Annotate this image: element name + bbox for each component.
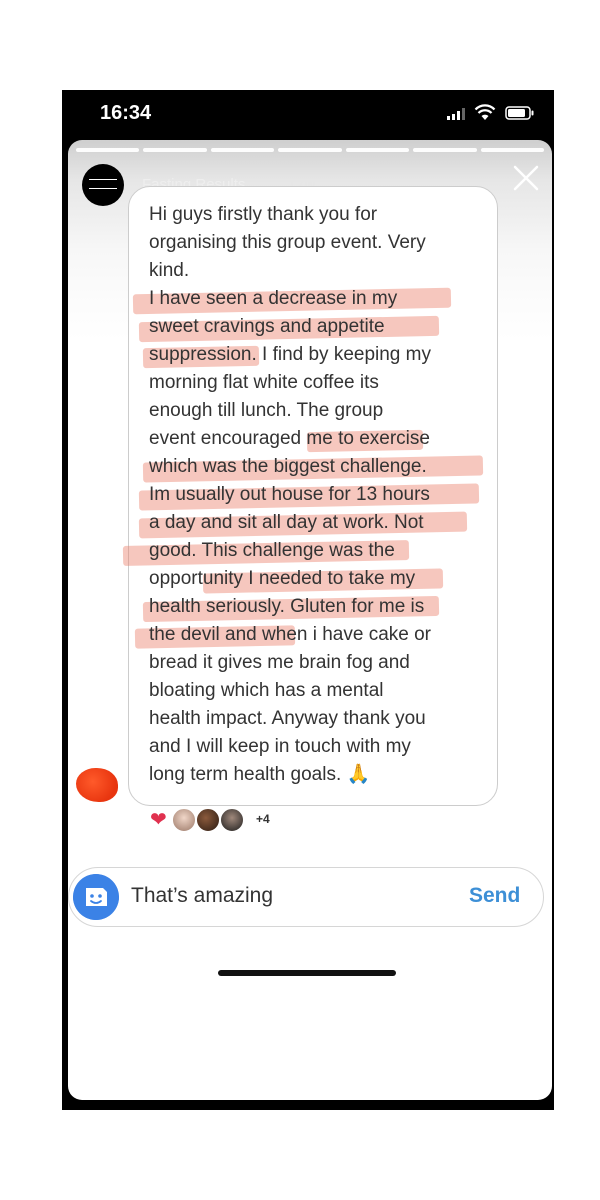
message-line: I have seen a decrease in my [149, 288, 398, 309]
message-line: the devil and when i have cake or [149, 624, 432, 645]
progress-segment [210, 148, 275, 152]
status-bar: 16:34 [62, 90, 554, 140]
progress-segment [278, 148, 342, 152]
message-line: bloating which has a mental [149, 680, 384, 701]
send-button[interactable]: Send [469, 884, 520, 908]
message-line: a day and sit all day at work. Not [149, 512, 424, 533]
signal-icon [447, 108, 465, 120]
message-line: and I will keep in touch with my [149, 736, 411, 757]
message-line: morning flat white coffee its [149, 372, 379, 393]
progress-segment [345, 148, 410, 152]
message-line: kind. [149, 260, 190, 281]
message-line: opportunity I needed to take my [149, 568, 416, 589]
message-line: organising this group event. Very [149, 232, 426, 253]
reactor-avatar [172, 808, 196, 832]
more-label[interactable]: More [482, 1068, 514, 1084]
message-line: enough till lunch. The group [149, 400, 384, 421]
message-line: sweet cravings and appetite [149, 316, 385, 337]
progress-segment [143, 148, 207, 152]
heart-icon: ❤ [150, 809, 167, 831]
home-indicator [218, 970, 396, 976]
story-view: Fasting Results 17w Hi guys firstly than… [68, 140, 552, 1100]
message-line: Im usually out house for 13 hours [149, 484, 430, 505]
close-icon[interactable] [512, 164, 540, 192]
message-line: bread it gives me brain fog and [149, 652, 410, 673]
reply-input[interactable]: That’s amazing [131, 884, 273, 908]
battery-icon [505, 106, 534, 120]
message-line: long term health goals. 🙏 [149, 764, 371, 785]
message-bubble: Hi guys firstly thank you for organising… [122, 186, 498, 806]
reactor-avatar [220, 808, 244, 832]
status-time: 16:34 [100, 102, 152, 124]
message-line: good. This challenge was the [149, 540, 395, 561]
message-text: Hi guys firstly thank you for organising… [149, 201, 489, 789]
progress-segment [76, 148, 140, 152]
message-line: event encouraged me to exercise [149, 428, 430, 449]
sticker-icon[interactable] [73, 874, 119, 920]
profile-avatar[interactable] [82, 164, 124, 206]
reactor-avatar [196, 808, 220, 832]
progress-segment [413, 148, 477, 152]
more-icon[interactable]: ••• [484, 1021, 508, 1041]
reaction-count: +4 [256, 812, 270, 826]
message-line: health seriously. Gluten for me is [149, 596, 425, 617]
sender-avatar-redacted [76, 768, 118, 802]
wifi-icon [474, 104, 496, 120]
reply-bar[interactable]: That’s amazing Send [68, 867, 544, 927]
progress-segment [480, 148, 544, 152]
story-progress-bar [76, 148, 544, 152]
message-line: Hi guys firstly thank you for [149, 204, 378, 225]
message-line: suppression. I find by keeping my [149, 344, 431, 365]
message-line: health impact. Anyway thank you [149, 708, 426, 729]
phone-screen: 16:34 Fasting Results 17w Hi guys firstl… [62, 90, 554, 1110]
message-line: which was the biggest challenge. [149, 456, 427, 477]
